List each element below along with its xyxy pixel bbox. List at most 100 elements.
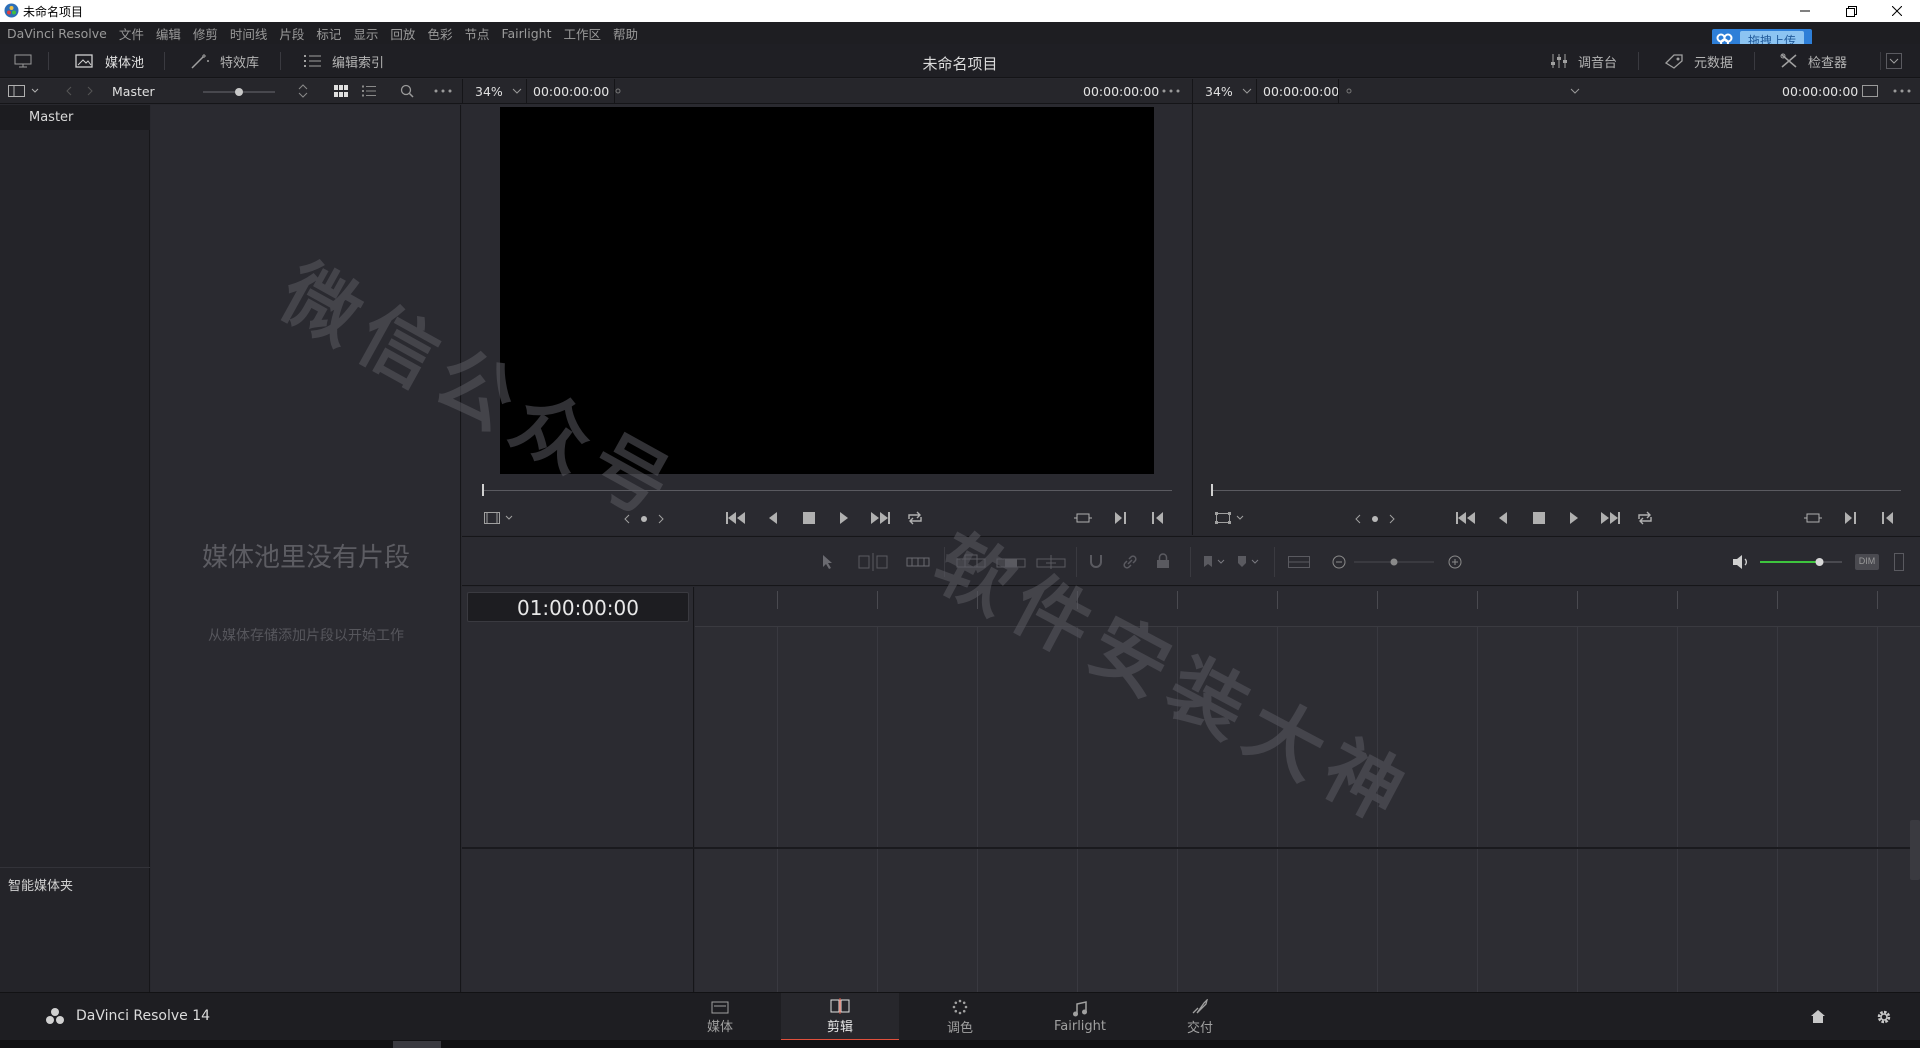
menu-nodes[interactable]: 节点 <box>464 24 489 43</box>
page-tab-media[interactable]: 媒体 <box>661 993 779 1041</box>
menu-fairlight[interactable]: Fairlight <box>501 26 551 41</box>
source-playhead[interactable] <box>482 484 484 496</box>
source-mark-out-icon[interactable] <box>1152 512 1164 524</box>
minimize-button[interactable] <box>1782 0 1828 22</box>
source-mark-in-icon[interactable] <box>1114 512 1126 524</box>
menu-help[interactable]: 帮助 <box>613 24 638 43</box>
audio-meter-toggle[interactable] <box>1894 553 1904 571</box>
snapping-icon[interactable] <box>1088 554 1104 570</box>
record-jog-icon[interactable] <box>1355 513 1395 525</box>
source-more-icon[interactable] <box>1162 89 1180 93</box>
timeline-ruler[interactable] <box>695 587 1920 627</box>
page-tab-edit[interactable]: 剪辑 <box>781 993 899 1041</box>
viewer-mode-icon[interactable] <box>1862 85 1878 97</box>
source-loop-icon[interactable] <box>906 511 924 525</box>
menu-edit[interactable]: 编辑 <box>156 24 181 43</box>
search-icon[interactable] <box>400 84 414 98</box>
timeline-side-handle[interactable] <box>1910 820 1920 880</box>
inspector-button[interactable]: 检查器 <box>1780 44 1847 78</box>
blade-tool-icon[interactable] <box>906 554 930 570</box>
back-arrow-icon[interactable] <box>65 86 73 96</box>
mixer-button[interactable]: 调音台 <box>1550 44 1617 78</box>
source-video-frame[interactable] <box>500 107 1154 474</box>
zoom-out-icon[interactable] <box>1332 555 1346 569</box>
smart-bins-header[interactable]: 智能媒体夹 <box>8 875 73 894</box>
page-tab-fairlight[interactable]: Fairlight <box>1021 993 1139 1041</box>
more-options-icon[interactable] <box>434 89 452 93</box>
source-dot-icon <box>615 88 621 94</box>
timeline-gridline <box>1777 627 1778 992</box>
record-match-frame-icon[interactable] <box>1804 512 1822 524</box>
record-go-to-start-icon[interactable] <box>1456 512 1476 524</box>
source-scrubber[interactable] <box>482 490 1172 491</box>
menu-mark[interactable]: 标记 <box>316 24 341 43</box>
selection-tool-icon[interactable] <box>822 554 834 570</box>
record-play-reverse-icon[interactable] <box>1498 512 1508 524</box>
source-go-to-start-icon[interactable] <box>726 512 746 524</box>
record-play-icon[interactable] <box>1569 512 1579 524</box>
record-go-to-end-icon[interactable] <box>1600 512 1620 524</box>
source-zoom-chevron-icon[interactable] <box>512 88 522 94</box>
source-clip-menu-icon[interactable] <box>484 512 516 524</box>
lock-icon[interactable] <box>1156 553 1170 569</box>
volume-slider[interactable] <box>1760 557 1842 567</box>
expand-toolbar-button[interactable] <box>1886 44 1902 78</box>
menu-davinci[interactable]: DaVinci Resolve <box>7 26 107 41</box>
timeline-timecode[interactable]: 01:00:00:00 <box>467 592 689 622</box>
menu-color[interactable]: 色彩 <box>427 24 452 43</box>
record-scrubber[interactable] <box>1211 490 1901 491</box>
replace-clip-icon[interactable] <box>1036 553 1066 571</box>
zoom-full-icon[interactable] <box>1288 556 1310 568</box>
restore-button[interactable] <box>1828 0 1874 22</box>
thumbnail-size-slider[interactable] <box>203 87 275 97</box>
menu-workspace[interactable]: 工作区 <box>564 24 602 43</box>
record-stop-icon[interactable] <box>1533 512 1545 524</box>
dim-button[interactable]: DIM <box>1855 554 1879 570</box>
bin-master[interactable]: Master <box>0 105 150 130</box>
source-play-reverse-icon[interactable] <box>768 512 778 524</box>
insert-clip-icon[interactable] <box>956 553 986 571</box>
source-play-icon[interactable] <box>839 512 849 524</box>
menu-trim[interactable]: 修剪 <box>193 24 218 43</box>
trim-tool-icon[interactable] <box>858 553 888 571</box>
source-jog-icon[interactable] <box>624 513 664 525</box>
menu-timeline[interactable]: 时间线 <box>230 24 268 43</box>
zoom-slider[interactable] <box>1354 557 1434 567</box>
timeline-tracks-area[interactable] <box>695 587 1920 992</box>
flag-icon[interactable] <box>1202 555 1226 569</box>
page-tab-deliver[interactable]: 交付 <box>1141 993 1259 1041</box>
gear-icon[interactable] <box>1876 1009 1892 1025</box>
menu-file[interactable]: 文件 <box>119 24 144 43</box>
record-zoom[interactable]: 34% <box>1205 84 1233 99</box>
menu-playback[interactable]: 回放 <box>390 24 415 43</box>
record-more-icon[interactable] <box>1893 89 1911 93</box>
record-prev-edit-icon[interactable] <box>1882 512 1894 524</box>
forward-arrow-icon[interactable] <box>86 86 94 96</box>
marker-icon[interactable] <box>1236 555 1260 569</box>
menu-clip[interactable]: 片段 <box>279 24 304 43</box>
zoom-in-icon[interactable] <box>1448 555 1462 569</box>
overwrite-clip-icon[interactable] <box>996 553 1026 571</box>
transform-icon[interactable] <box>1215 512 1247 524</box>
source-go-to-end-icon[interactable] <box>870 512 890 524</box>
record-zoom-chevron-icon[interactable] <box>1242 88 1252 94</box>
timeline-video-audio-divider[interactable] <box>462 847 1920 849</box>
link-icon[interactable] <box>1122 554 1138 570</box>
source-zoom[interactable]: 34% <box>475 84 503 99</box>
record-playhead[interactable] <box>1211 484 1213 496</box>
metadata-button[interactable]: 元数据 <box>1664 44 1733 78</box>
home-icon[interactable] <box>1810 1009 1826 1024</box>
record-next-edit-icon[interactable] <box>1844 512 1856 524</box>
menu-view[interactable]: 显示 <box>353 24 378 43</box>
close-button[interactable] <box>1874 0 1920 22</box>
grid-view-icon[interactable] <box>334 85 348 97</box>
list-view-icon[interactable] <box>362 85 376 97</box>
record-loop-icon[interactable] <box>1636 511 1654 525</box>
page-tab-color[interactable]: 调色 <box>901 993 1019 1041</box>
timeline-select-chevron-icon[interactable] <box>1570 88 1580 94</box>
speaker-icon[interactable] <box>1732 554 1750 570</box>
bin-list-toggle-icon[interactable] <box>8 85 40 97</box>
source-stop-icon[interactable] <box>803 512 815 524</box>
source-match-frame-icon[interactable] <box>1074 512 1092 524</box>
sort-icon[interactable] <box>298 84 308 98</box>
